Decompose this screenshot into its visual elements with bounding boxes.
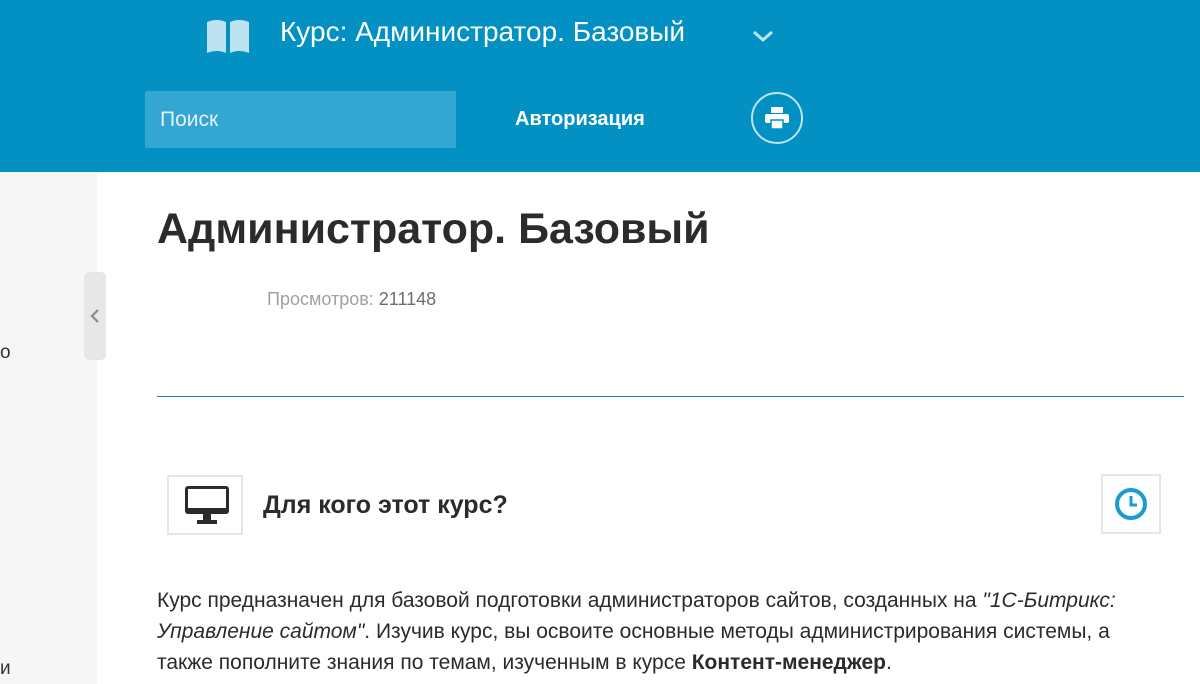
search-input[interactable] [145,91,456,148]
chevron-down-icon[interactable] [752,28,774,44]
sidebar-text-fragment: и [0,658,11,679]
views-count: 211148 [378,289,437,309]
duration-button[interactable] [1101,474,1161,534]
description-text: . [886,651,892,674]
page-title: Администратор. Базовый [157,205,710,253]
title-divider [157,396,1184,397]
section-heading: Для кого этот курс? [263,491,508,519]
printer-icon [765,107,789,129]
top-header: Курс: Администратор. Базовый Авторизация [0,0,1200,172]
section-icon-box [167,475,243,535]
book-icon [207,20,249,53]
course-link[interactable]: Контент-менеджер [692,651,886,674]
monitor-icon [185,486,229,524]
left-sidebar: о и [0,172,97,684]
sidebar-collapse-toggle[interactable] [84,272,106,360]
clock-icon [1115,488,1147,520]
course-description: Курс предназначен для базовой подготовки… [157,585,1157,678]
login-link[interactable]: Авторизация [515,106,645,132]
print-button[interactable] [751,92,803,144]
views-counter: Просмотров: 211148 [267,289,436,310]
sidebar-text-fragment: о [0,342,11,363]
description-text: Курс предназначен для базовой подготовки… [157,589,983,612]
chevron-left-icon [90,309,99,323]
course-title[interactable]: Курс: Администратор. Базовый [280,14,685,50]
views-label: Просмотров: [267,289,374,309]
